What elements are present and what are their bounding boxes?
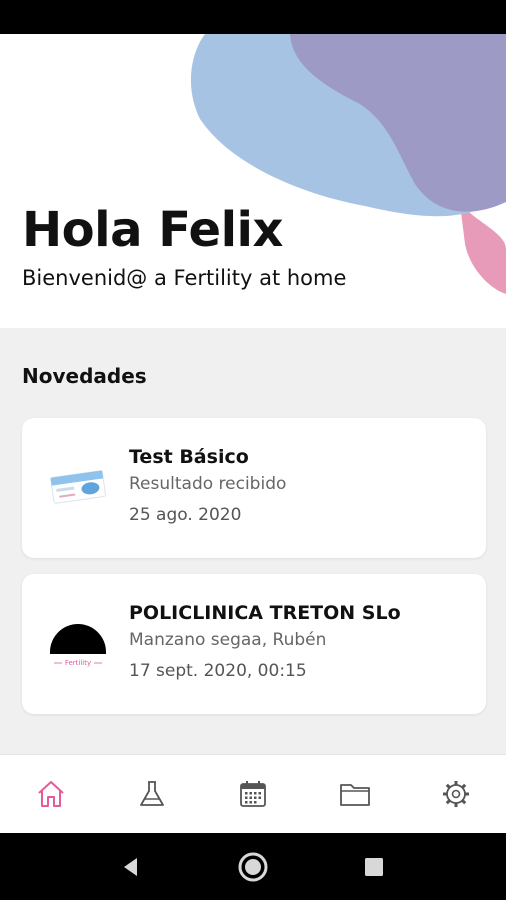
- nav-documents[interactable]: [338, 777, 372, 811]
- page-subtitle: Bienvenid@ a Fertility at home: [22, 266, 347, 290]
- news-card-date: 25 ago. 2020: [129, 505, 242, 525]
- home-icon: [38, 781, 64, 807]
- system-home-button[interactable]: [237, 851, 269, 883]
- clinic-logo: Fertility: [50, 624, 106, 667]
- news-card-date: 17 sept. 2020, 00:15: [129, 661, 307, 681]
- calendar-icon: [240, 781, 266, 807]
- nav-calendar[interactable]: [236, 777, 270, 811]
- system-back-button[interactable]: [115, 851, 147, 883]
- back-icon: [124, 858, 137, 876]
- news-card[interactable]: Test Básico Resultado recibido 25 ago. 2…: [22, 418, 486, 558]
- svg-text:Fertility: Fertility: [65, 659, 91, 667]
- news-card-subtitle: Resultado recibido: [129, 474, 287, 494]
- status-bar: [0, 0, 506, 34]
- test-kit-image: [50, 470, 106, 504]
- bottom-navigation: [0, 754, 506, 834]
- home-circle-icon: [238, 852, 268, 882]
- nav-home[interactable]: [34, 777, 68, 811]
- system-navigation-bar: [0, 833, 506, 900]
- nav-tests[interactable]: [135, 777, 169, 811]
- news-card-subtitle: Manzano segaa, Rubén: [129, 630, 327, 650]
- section-title-news: Novedades: [22, 364, 147, 388]
- folder-icon: [340, 784, 370, 806]
- flask-icon: [140, 781, 164, 806]
- header: Hola Felix Bienvenid@ a Fertility at hom…: [0, 34, 506, 328]
- news-card[interactable]: Fertility POLICLINICA TRETON SLo Manzano…: [22, 574, 486, 714]
- system-recents-button[interactable]: [358, 851, 390, 883]
- news-card-title: Test Básico: [129, 446, 249, 468]
- recents-icon: [365, 858, 383, 876]
- news-card-title: POLICLINICA TRETON SLo: [129, 602, 401, 624]
- page-title: Hola Felix: [22, 202, 283, 258]
- nav-settings[interactable]: [439, 777, 473, 811]
- gear-icon: [443, 781, 469, 807]
